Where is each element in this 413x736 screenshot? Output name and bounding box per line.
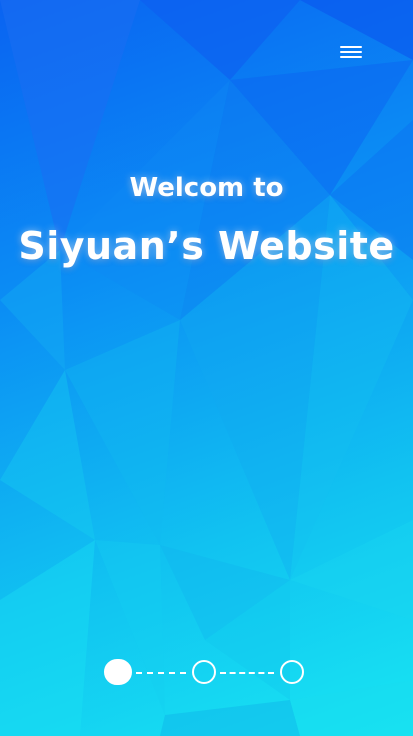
hamburger-menu-icon-bar xyxy=(340,56,362,58)
menu-button[interactable] xyxy=(336,38,366,66)
pager-dot-1[interactable] xyxy=(104,659,132,685)
pager-connector xyxy=(220,672,274,674)
pager-connector xyxy=(136,672,186,674)
pager-dot-2[interactable] xyxy=(192,660,216,684)
hero-subtitle: Welcom to xyxy=(129,173,284,203)
hero-heading: Welcom to Siyuan’s Website xyxy=(0,168,413,274)
hero-title: Siyuan’s Website xyxy=(18,224,395,268)
pager-dot-3[interactable] xyxy=(280,660,304,684)
low-poly-background xyxy=(0,0,413,736)
pager-stepper xyxy=(102,658,312,688)
hamburger-menu-icon-bar xyxy=(340,51,362,53)
hamburger-menu-icon xyxy=(340,46,362,48)
